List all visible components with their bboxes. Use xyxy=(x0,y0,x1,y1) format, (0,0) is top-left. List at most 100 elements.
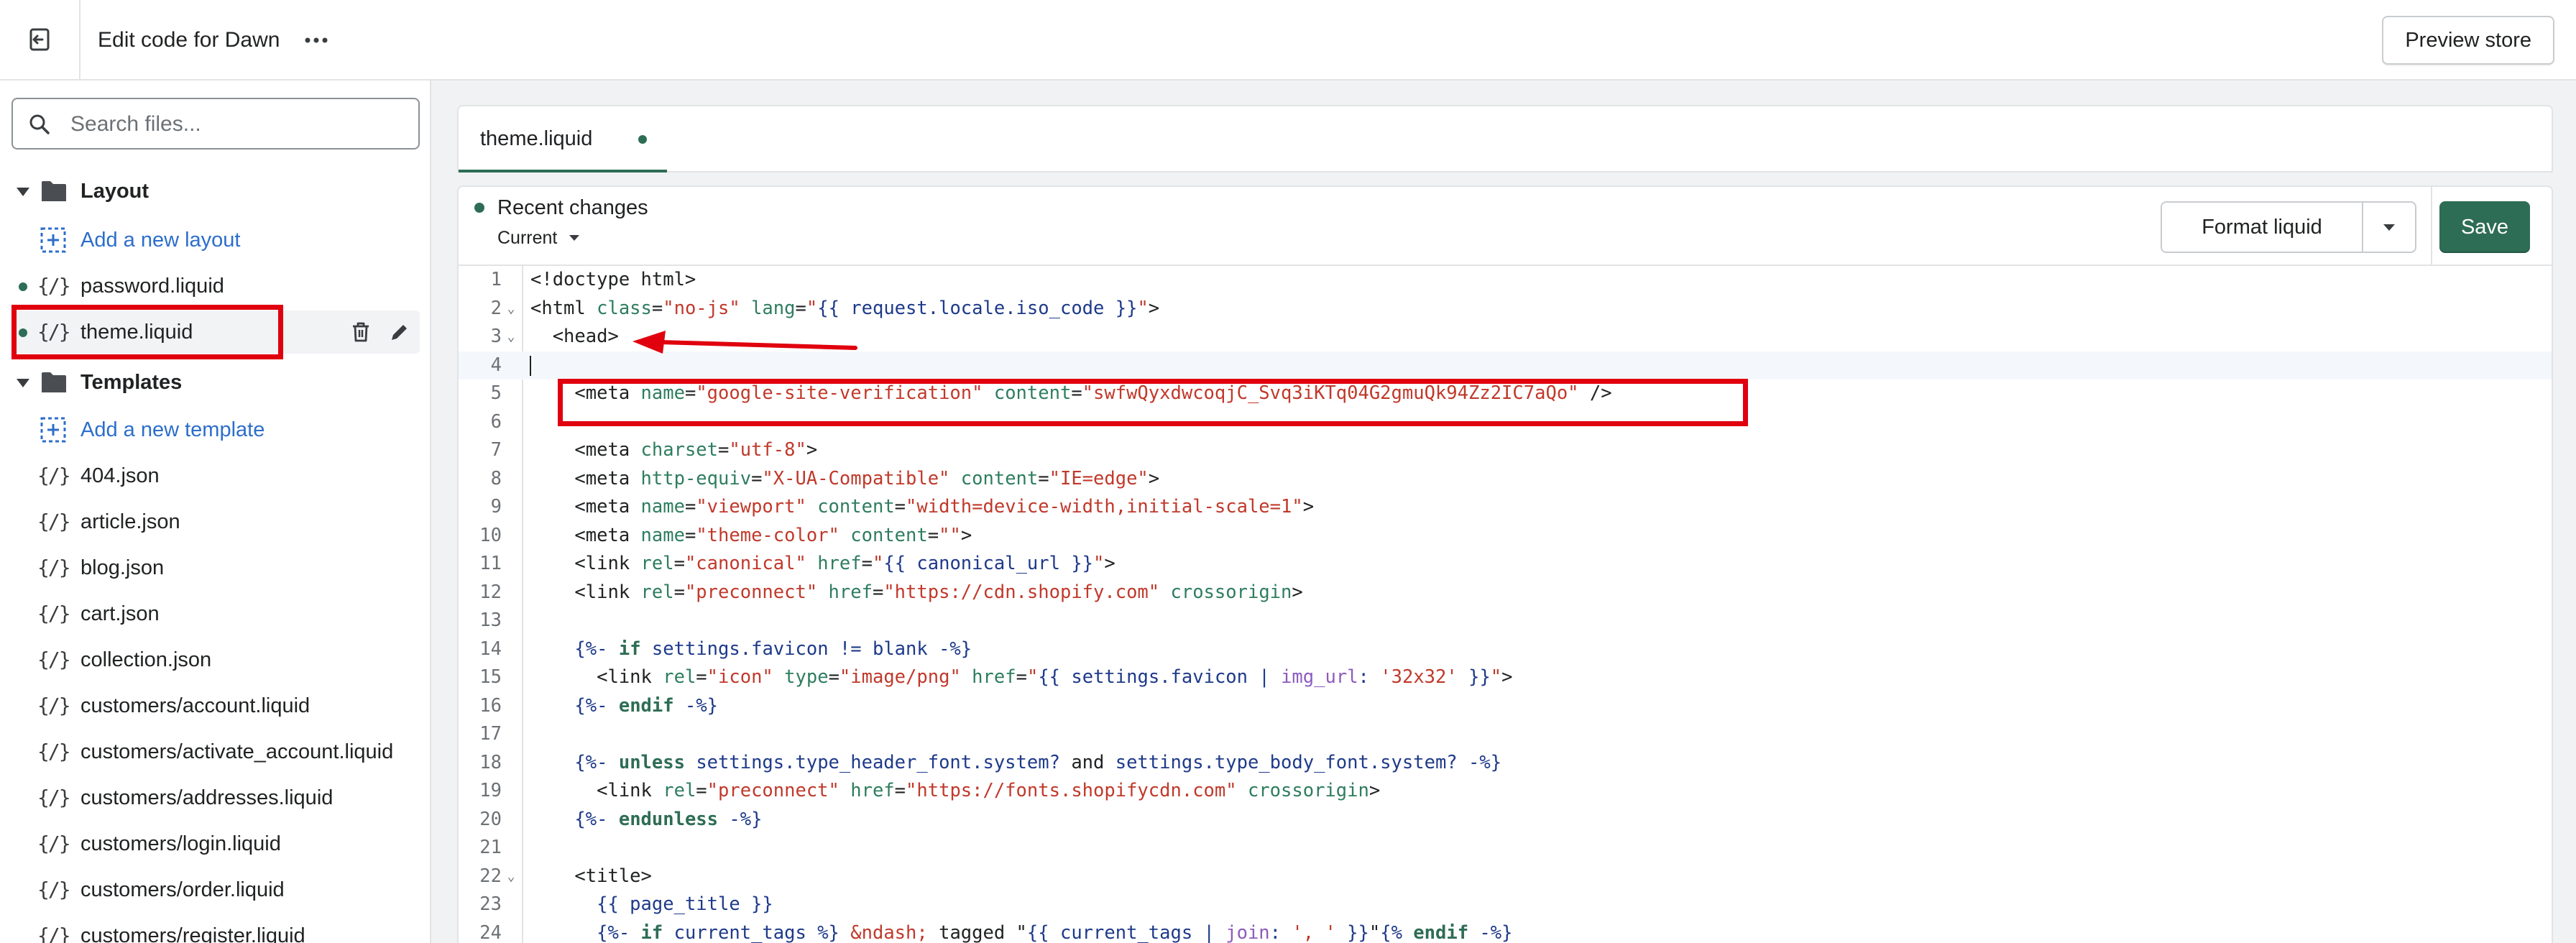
file-code-icon: {/} xyxy=(37,924,71,943)
version-select[interactable]: Current xyxy=(497,226,580,250)
unsaved-dot xyxy=(19,282,27,291)
line-number: 15 xyxy=(479,666,502,688)
code-text: <!doctype html> xyxy=(530,269,696,290)
file-label: customers/register.liquid xyxy=(80,924,305,943)
line-number: 19 xyxy=(479,780,502,801)
add-layout-label: Add a new layout xyxy=(80,229,241,252)
code-line: 8 <meta http-equiv="X-UA-Compatible" con… xyxy=(459,465,2552,494)
line-number: 1 xyxy=(490,269,502,290)
code-line: 2 ⌄ <html class="no-js" lang="{{ request.l… xyxy=(459,295,2552,323)
code-text: <link rel="canonical" href="{{ canonical… xyxy=(530,553,1116,574)
file-label: customers/addresses.liquid xyxy=(80,786,334,809)
file-item[interactable]: {/} collection.json xyxy=(0,638,430,681)
caret-down-icon xyxy=(2383,224,2395,231)
code-text: <meta name="theme-color" content=""> xyxy=(530,524,972,546)
code-text: <link rel="preconnect" href="https://cdn… xyxy=(530,581,1303,603)
code-line: 11 <link rel="canonical" href="{{ canoni… xyxy=(459,550,2552,579)
line-number: 10 xyxy=(479,524,502,546)
fold-chevron-icon[interactable]: ⌄ xyxy=(503,295,519,323)
code-text: <html class="no-js" lang="{{ request.loc… xyxy=(530,297,1160,319)
rename-file-button[interactable] xyxy=(387,319,413,345)
file-code-icon: {/} xyxy=(37,510,71,533)
code-line: 1 <!doctype html> xyxy=(459,266,2552,295)
file-item[interactable]: {/} customers/account.liquid xyxy=(0,684,430,727)
add-template-link[interactable]: Add a new template xyxy=(0,408,430,451)
highlight-box-meta-tag xyxy=(558,379,1748,426)
file-item[interactable]: {/} customers/register.liquid xyxy=(0,914,430,943)
code-text: {%- endif -%} xyxy=(574,694,719,717)
file-label: customers/order.liquid xyxy=(80,878,285,901)
folder-templates[interactable]: Templates xyxy=(0,361,430,404)
file-item[interactable]: {/} customers/order.liquid xyxy=(0,868,430,911)
file-sidebar: Layout Add a new layout {/} password.liq… xyxy=(0,80,431,943)
code-area[interactable]: 1 <!doctype html> 2 ⌄ <html class="no-js" l… xyxy=(459,266,2552,943)
code-text: {{ page_title }} xyxy=(597,893,773,915)
page-title: Edit code for Dawn xyxy=(98,28,280,52)
file-item[interactable]: {/} blog.json xyxy=(0,546,430,589)
format-options-button[interactable] xyxy=(2363,203,2415,252)
file-item[interactable]: {/} password.liquid xyxy=(0,264,430,308)
file-label: customers/account.liquid xyxy=(80,694,310,717)
search-files-field[interactable] xyxy=(12,98,420,150)
file-item[interactable]: {/} customers/activate_account.liquid xyxy=(0,730,430,773)
code-text: {%- endunless -%} xyxy=(574,808,763,830)
file-item[interactable]: {/} article.json xyxy=(0,500,430,543)
line-number: 4 xyxy=(490,354,502,376)
recent-changes-dot xyxy=(474,203,484,213)
code-text: <title> xyxy=(530,865,652,887)
delete-file-button[interactable] xyxy=(348,319,374,345)
code-line: 20 {%- endunless -%} xyxy=(459,806,2552,834)
add-file-icon xyxy=(40,417,66,443)
editor-toolbar: Recent changes Current Format liquid Sav… xyxy=(459,187,2552,266)
file-code-icon: {/} xyxy=(37,694,71,717)
toolbar-divider xyxy=(2431,187,2432,264)
folder-label: Layout xyxy=(80,180,150,203)
code-line: 7 <meta charset="utf-8"> xyxy=(459,436,2552,465)
recent-changes-label: Recent changes xyxy=(497,196,648,219)
code-line: 9 <meta name="viewport" content="width=d… xyxy=(459,493,2552,522)
code-line: 22 ⌄ <title> xyxy=(459,862,2552,891)
line-number: 16 xyxy=(479,694,502,717)
line-number: 2 xyxy=(490,297,502,319)
file-item[interactable]: {/} 404.json xyxy=(0,454,430,497)
format-liquid-button[interactable]: Format liquid xyxy=(2162,203,2363,252)
liquid-file-icon: {/} xyxy=(37,274,71,298)
save-button[interactable]: Save xyxy=(2439,201,2530,253)
preview-store-button[interactable]: Preview store xyxy=(2382,16,2554,65)
exit-button[interactable] xyxy=(0,0,80,79)
tab-theme-liquid[interactable]: theme.liquid xyxy=(459,106,667,172)
file-item[interactable]: {/} cart.json xyxy=(0,592,430,635)
file-code-icon: {/} xyxy=(37,602,71,625)
fold-chevron-icon[interactable]: ⌄ xyxy=(503,862,519,891)
code-line: 15 <link rel="icon" type="image/png" hre… xyxy=(459,663,2552,692)
line-number: 23 xyxy=(479,893,502,915)
search-files-input[interactable] xyxy=(69,106,410,142)
folder-icon xyxy=(42,181,66,201)
line-number: 24 xyxy=(479,921,502,943)
editor-tab-bar: theme.liquid xyxy=(457,105,2553,172)
code-text: {%- if current_tags %} &ndash; tagged "{… xyxy=(597,921,1513,943)
more-horizontal-icon xyxy=(305,37,328,43)
line-number: 12 xyxy=(479,581,502,603)
line-number: 6 xyxy=(490,410,502,433)
line-number: 7 xyxy=(490,439,502,461)
file-item[interactable]: {/} customers/addresses.liquid xyxy=(0,776,430,819)
fold-chevron-icon[interactable]: ⌄ xyxy=(503,323,519,351)
folder-label: Templates xyxy=(80,371,183,394)
code-line: 17 xyxy=(459,720,2552,749)
more-actions-button[interactable] xyxy=(299,24,334,56)
line-number: 3 xyxy=(490,326,502,347)
file-code-icon: {/} xyxy=(37,464,71,487)
add-layout-link[interactable]: Add a new layout xyxy=(0,218,430,262)
unsaved-dot xyxy=(638,135,647,144)
code-editor-panel: Recent changes Current Format liquid Sav… xyxy=(457,185,2553,943)
code-text: <link rel="icon" type="image/png" href="… xyxy=(530,666,1513,688)
highlight-box-theme-liquid xyxy=(12,305,283,359)
format-liquid-group: Format liquid xyxy=(2161,201,2416,253)
file-item[interactable]: {/} customers/login.liquid xyxy=(0,822,430,865)
folder-layout[interactable]: Layout xyxy=(0,170,430,213)
line-number: 9 xyxy=(490,496,502,518)
code-line: 12 <link rel="preconnect" href="https://… xyxy=(459,579,2552,607)
code-text: {%- if settings.favicon != blank -%} xyxy=(574,638,972,660)
file-label: article.json xyxy=(80,510,180,533)
